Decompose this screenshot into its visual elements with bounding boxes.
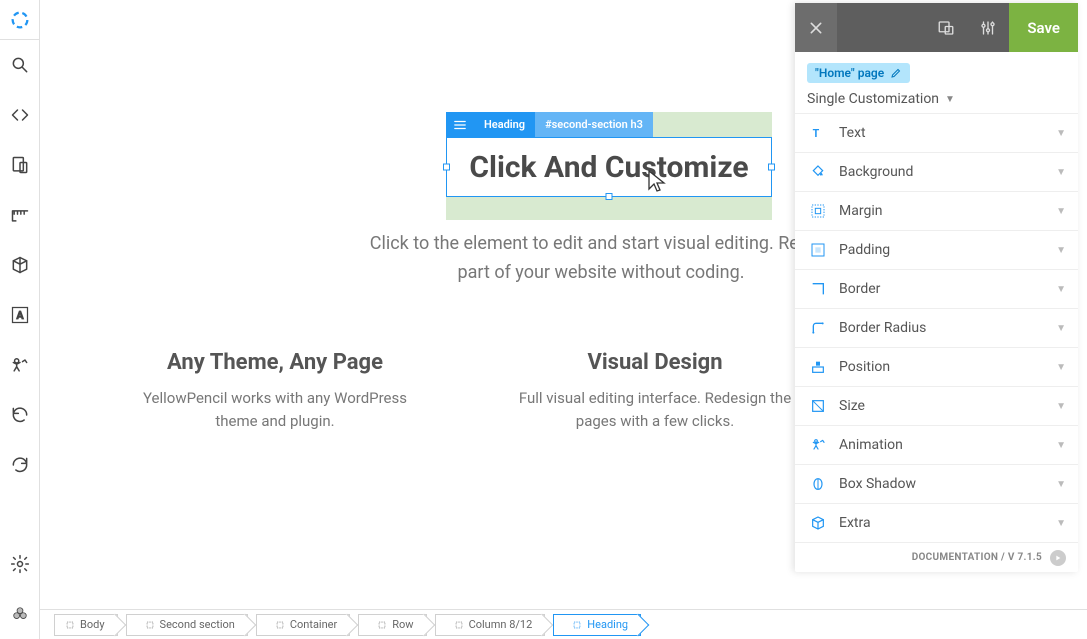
background-icon xyxy=(807,164,829,180)
feature-1[interactable]: Any Theme, Any Page YellowPencil works w… xyxy=(135,350,415,434)
prop-text[interactable]: TText▼ xyxy=(795,113,1078,152)
resize-handle-right[interactable] xyxy=(768,164,775,171)
resize-handle-bottom[interactable] xyxy=(606,193,613,200)
chevron-down-icon: ▼ xyxy=(1056,206,1066,217)
border-icon xyxy=(807,281,829,297)
border-radius-icon xyxy=(807,320,829,336)
left-toolbar: A xyxy=(0,0,40,639)
footer-version[interactable]: DOCUMENTATION / V 7.1.5 xyxy=(912,552,1042,563)
customization-label: Single Customization xyxy=(807,91,939,107)
extra-icon xyxy=(807,515,829,531)
svg-text:A: A xyxy=(16,309,24,322)
responsive-tool[interactable] xyxy=(0,140,40,190)
position-icon xyxy=(807,359,829,375)
redo-tool[interactable] xyxy=(0,440,40,490)
chevron-down-icon: ▼ xyxy=(1056,401,1066,412)
chevron-down-icon: ▼ xyxy=(1056,362,1066,373)
box-3d-tool[interactable] xyxy=(0,240,40,290)
subtitle-line2: part of your website without coding. xyxy=(458,262,745,283)
collab-tool[interactable] xyxy=(0,589,40,639)
play-icon[interactable] xyxy=(1050,550,1066,566)
size-icon xyxy=(807,398,829,414)
cursor-icon xyxy=(648,170,666,192)
selection-element-label[interactable]: Heading xyxy=(474,112,535,137)
padding-icon xyxy=(807,242,829,258)
responsive-toggle-button[interactable] xyxy=(925,3,967,52)
heading-text: Click And Customize xyxy=(469,150,748,185)
crumb-body[interactable]: Body xyxy=(54,614,118,636)
feature-2[interactable]: Visual Design Full visual editing interf… xyxy=(515,350,795,434)
prop-padding[interactable]: Padding▼ xyxy=(795,230,1078,269)
prop-animation[interactable]: Animation▼ xyxy=(795,425,1078,464)
ruler-tool[interactable] xyxy=(0,190,40,240)
crumb-column[interactable]: Column 8/12 xyxy=(435,614,546,636)
selected-heading[interactable]: Click And Customize xyxy=(446,137,772,197)
prop-position[interactable]: Position▼ xyxy=(795,347,1078,386)
close-panel-button[interactable] xyxy=(795,3,837,52)
svg-text:T: T xyxy=(813,127,820,140)
selection-selector-label[interactable]: #second-section h3 xyxy=(535,112,653,137)
feature-1-title: Any Theme, Any Page xyxy=(135,350,415,375)
prop-background[interactable]: Background▼ xyxy=(795,152,1078,191)
prop-margin[interactable]: Margin▼ xyxy=(795,191,1078,230)
save-button[interactable]: Save xyxy=(1009,3,1078,52)
chevron-down-icon: ▼ xyxy=(1056,518,1066,529)
settings-sliders-button[interactable] xyxy=(967,3,1009,52)
prop-extra[interactable]: Extra▼ xyxy=(795,503,1078,542)
animation-icon xyxy=(807,437,829,453)
code-tool[interactable] xyxy=(0,90,40,140)
search-tool[interactable] xyxy=(0,40,40,90)
text-tool[interactable]: A xyxy=(0,290,40,340)
prop-border-radius[interactable]: Border Radius▼ xyxy=(795,308,1078,347)
undo-tool[interactable] xyxy=(0,390,40,440)
chevron-down-icon: ▼ xyxy=(945,94,955,105)
prop-size[interactable]: Size▼ xyxy=(795,386,1078,425)
chevron-down-icon: ▼ xyxy=(1056,245,1066,256)
panel-header: Save xyxy=(795,3,1078,52)
chevron-down-icon: ▼ xyxy=(1056,479,1066,490)
settings-tool[interactable] xyxy=(0,539,40,589)
feature-2-desc: Full visual editing interface. Redesign … xyxy=(515,387,795,434)
chevron-down-icon: ▼ xyxy=(1056,128,1066,139)
box-shadow-icon xyxy=(807,476,829,492)
panel-subheader: "Home" page Single Customization ▼ xyxy=(795,52,1078,113)
property-list: TText▼ Background▼ Margin▼ Padding▼ Bord… xyxy=(795,113,1078,542)
text-icon: T xyxy=(807,125,829,141)
crumb-container[interactable]: Container xyxy=(256,614,350,636)
chevron-down-icon: ▼ xyxy=(1056,440,1066,451)
prop-border[interactable]: Border▼ xyxy=(795,269,1078,308)
chevron-down-icon: ▼ xyxy=(1056,284,1066,295)
animation-tool[interactable] xyxy=(0,340,40,390)
customization-dropdown[interactable]: Single Customization ▼ xyxy=(807,91,1066,107)
selection-toolbar[interactable]: Heading #second-section h3 xyxy=(446,112,653,137)
inspector-panel: Save "Home" page Single Customization ▼ … xyxy=(795,3,1078,572)
prop-box-shadow[interactable]: Box Shadow▼ xyxy=(795,464,1078,503)
resize-handle-left[interactable] xyxy=(443,164,450,171)
feature-2-title: Visual Design xyxy=(515,350,795,375)
page-tag-label: "Home" page xyxy=(815,66,884,80)
page-tag[interactable]: "Home" page xyxy=(807,63,910,83)
app-logo xyxy=(0,0,40,40)
margin-icon xyxy=(807,203,829,219)
crumb-second-section[interactable]: Second section xyxy=(126,614,248,636)
breadcrumb-bar: Body Second section Container Row Column… xyxy=(40,609,1087,639)
chevron-down-icon: ▼ xyxy=(1056,323,1066,334)
chevron-down-icon: ▼ xyxy=(1056,167,1066,178)
pencil-icon xyxy=(890,67,902,79)
selection-drag-handle[interactable] xyxy=(446,112,474,137)
crumb-row[interactable]: Row xyxy=(358,614,426,636)
subtitle-line1: Click to the element to edit and start v… xyxy=(370,233,832,254)
panel-footer: DOCUMENTATION / V 7.1.5 xyxy=(795,542,1078,572)
feature-1-desc: YellowPencil works with any WordPress th… xyxy=(135,387,415,434)
crumb-heading[interactable]: Heading xyxy=(553,614,641,636)
